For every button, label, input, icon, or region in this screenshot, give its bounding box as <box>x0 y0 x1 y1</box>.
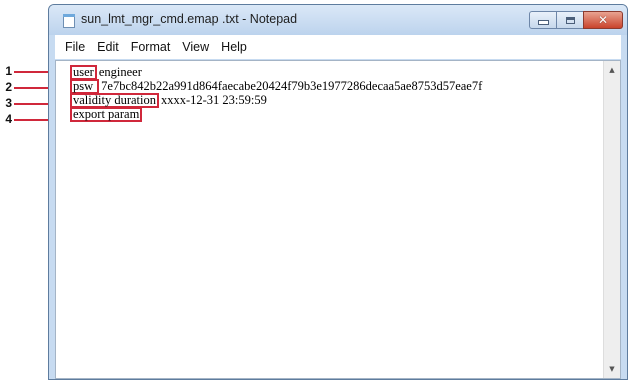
screenshot: 1 2 3 4 sun_lmt_mgr_cmd.emap .txt - Note… <box>0 0 632 381</box>
key-export-param: export param <box>70 107 143 122</box>
menu-format[interactable]: Format <box>125 37 177 57</box>
vertical-scrollbar[interactable]: ▲ ▼ <box>603 61 620 378</box>
minimize-button[interactable] <box>529 11 557 29</box>
menu-bar: File Edit Format View Help <box>55 35 621 59</box>
title-bar[interactable]: sun_lmt_mgr_cmd.emap .txt - Notepad ✕ <box>49 5 627 35</box>
callout-number-4: 4 <box>5 112 12 126</box>
menu-help[interactable]: Help <box>215 37 253 57</box>
menu-file[interactable]: File <box>59 37 91 57</box>
close-button[interactable]: ✕ <box>583 11 623 29</box>
key-psw: psw <box>70 79 100 94</box>
document-text[interactable]: user engineer psw 7e7bc842b22a991d864faeca… <box>70 65 483 122</box>
maximize-icon <box>565 16 575 24</box>
notepad-icon <box>63 14 75 28</box>
minimize-icon <box>537 20 549 25</box>
line-export-param: export param <box>70 107 482 122</box>
callout-number-2: 2 <box>5 80 12 94</box>
value-user: engineer <box>98 65 142 79</box>
text-editor[interactable]: user engineer psw 7e7bc842b22a991d864faeca… <box>55 60 621 379</box>
line-user: user engineer <box>70 65 482 80</box>
callout-number-3: 3 <box>5 96 12 110</box>
key-user: user <box>70 65 97 80</box>
maximize-button[interactable] <box>556 11 584 29</box>
callout-number-1: 1 <box>5 64 12 78</box>
scroll-down-arrow-icon[interactable]: ▼ <box>604 361 620 377</box>
value-psw: 7e7bc842b22a991d864faecabe20424f79b3e197… <box>101 79 483 93</box>
key-validity-duration: validity duration <box>70 93 159 108</box>
value-validity-duration: xxxx-12-31 23:59:59 <box>160 93 267 107</box>
notepad-window: sun_lmt_mgr_cmd.emap .txt - Notepad ✕ Fi… <box>48 4 628 380</box>
scroll-up-arrow-icon[interactable]: ▲ <box>604 62 620 78</box>
menu-edit[interactable]: Edit <box>91 37 125 57</box>
close-icon: ✕ <box>597 13 609 27</box>
line-psw: psw 7e7bc842b22a991d864faecabe20424f79b3e… <box>70 79 483 94</box>
menu-view[interactable]: View <box>176 37 215 57</box>
window-title: sun_lmt_mgr_cmd.emap .txt - Notepad <box>81 12 298 26</box>
line-validity-duration: validity duration xxxx-12-31 23:59:59 <box>70 93 482 108</box>
